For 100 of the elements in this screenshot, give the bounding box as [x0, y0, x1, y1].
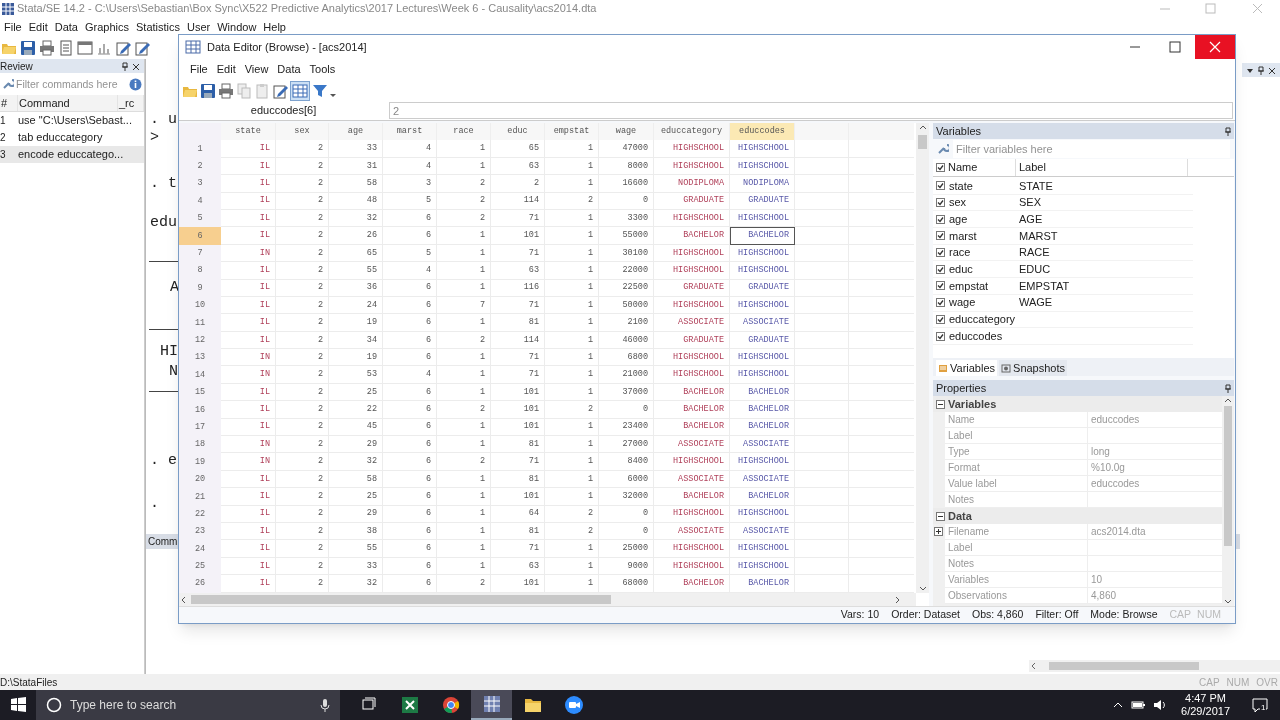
row-number[interactable]: 18	[179, 436, 221, 454]
table-cell[interactable]: 22	[329, 401, 383, 419]
column-header[interactable]: wage	[599, 123, 654, 141]
table-cell[interactable]: 1	[545, 349, 599, 367]
table-cell[interactable]: 24	[329, 296, 383, 315]
table-cell[interactable]: 65	[491, 140, 545, 158]
table-cell[interactable]: IL	[221, 209, 276, 228]
table-cell[interactable]: 101	[491, 227, 545, 245]
table-cell[interactable]: 31	[329, 157, 383, 176]
table-cell[interactable]: 6	[383, 575, 437, 593]
table-cell[interactable]: GRADUATE	[730, 279, 795, 297]
table-cell[interactable]: 1	[437, 366, 491, 384]
table-cell[interactable]: 58	[329, 175, 383, 193]
row-number[interactable]: 13	[179, 349, 221, 367]
table-cell[interactable]: 2	[276, 140, 329, 158]
table-cell[interactable]: IL	[221, 175, 276, 193]
variable-name[interactable]: state	[945, 177, 1016, 195]
table-cell[interactable]: 22500	[599, 279, 654, 297]
variable-name[interactable]: race	[945, 244, 1016, 261]
vertical-scrollbar[interactable]	[916, 123, 929, 593]
table-cell[interactable]: IL	[221, 262, 276, 280]
table-cell[interactable]: 63	[491, 557, 545, 576]
table-cell[interactable]: 1	[545, 557, 599, 576]
table-cell[interactable]: 1	[437, 279, 491, 297]
table-cell[interactable]: 6	[383, 418, 437, 437]
command-row[interactable]: 3 encode educcatego...	[0, 146, 144, 163]
table-cell[interactable]: 6	[383, 383, 437, 402]
table-cell[interactable]: 3300	[599, 209, 654, 228]
table-cell[interactable]: 1	[545, 470, 599, 489]
table-cell[interactable]: 32	[329, 453, 383, 471]
clock-time[interactable]: 4:47 PM	[1185, 692, 1226, 705]
table-cell[interactable]: 55	[329, 540, 383, 558]
table-cell[interactable]: 2	[545, 401, 599, 419]
table-cell[interactable]: BACHELOR	[730, 575, 795, 593]
row-number[interactable]: 19	[179, 453, 221, 471]
table-cell[interactable]: IL	[221, 418, 276, 437]
table-cell[interactable]: 2	[276, 227, 329, 245]
table-cell[interactable]: 2	[276, 279, 329, 297]
table-cell[interactable]: 64	[491, 505, 545, 523]
table-cell[interactable]: 2	[276, 366, 329, 384]
table-cell[interactable]: IL	[221, 488, 276, 506]
table-cell[interactable]: 1	[437, 505, 491, 523]
table-cell[interactable]: 2	[437, 192, 491, 210]
table-cell[interactable]: 8000	[599, 157, 654, 176]
menu-item[interactable]: Data	[275, 61, 303, 78]
row-number[interactable]: 3	[179, 175, 221, 193]
table-cell[interactable]: 71	[491, 244, 545, 263]
table-cell[interactable]: GRADUATE	[730, 192, 795, 210]
scroll-thumb[interactable]	[191, 595, 611, 604]
checkbox[interactable]	[936, 248, 945, 258]
table-cell[interactable]: IN	[221, 453, 276, 471]
variable-name[interactable]: empstat	[945, 277, 1016, 295]
table-cell[interactable]: 101	[491, 488, 545, 506]
pencil-icon[interactable]	[115, 40, 131, 56]
column-header[interactable]: educcodes	[730, 123, 795, 141]
table-cell[interactable]: HIGHSCHOOL	[730, 366, 795, 384]
table-cell[interactable]: 81	[491, 436, 545, 454]
table-cell[interactable]: 2	[276, 557, 329, 576]
table-cell[interactable]: 47000	[599, 140, 654, 158]
print-icon[interactable]	[39, 40, 55, 56]
table-cell[interactable]: 22000	[599, 262, 654, 280]
close-icon[interactable]	[132, 61, 140, 71]
table-cell[interactable]: 2	[276, 401, 329, 419]
chevron-up-icon[interactable]	[1113, 700, 1124, 710]
table-cell[interactable]: BACHELOR	[654, 401, 730, 419]
table-cell[interactable]: 2	[276, 314, 329, 332]
table-cell[interactable]: 34	[329, 331, 383, 350]
table-cell[interactable]: 1	[545, 209, 599, 228]
table-cell[interactable]: ASSOCIATE	[654, 314, 730, 332]
collapse-icon[interactable]	[936, 511, 945, 521]
collapse-icon[interactable]	[936, 399, 945, 409]
variable-label[interactable]: EDUC	[1016, 261, 1051, 278]
table-cell[interactable]: HIGHSCHOOL	[730, 140, 795, 158]
table-cell[interactable]: 1	[437, 227, 491, 245]
table-cell[interactable]: 2	[276, 453, 329, 471]
table-cell[interactable]: 1	[437, 470, 491, 489]
table-cell[interactable]: 65	[329, 244, 383, 263]
table-cell[interactable]: 58	[329, 470, 383, 489]
table-cell[interactable]: 2	[276, 296, 329, 315]
table-cell[interactable]: 1	[545, 227, 599, 245]
table-cell[interactable]: 36	[329, 279, 383, 297]
table-cell[interactable]: HIGHSCHOOL	[654, 349, 730, 367]
table-cell[interactable]: HIGHSCHOOL	[654, 157, 730, 176]
table-cell[interactable]: 2	[276, 418, 329, 437]
variable-label[interactable]: AGE	[1016, 210, 1043, 228]
table-cell[interactable]	[795, 209, 849, 228]
table-cell[interactable]: 71	[491, 296, 545, 315]
column-header[interactable]: state	[221, 123, 276, 141]
table-cell[interactable]: 2	[276, 470, 329, 489]
table-cell[interactable]: 2	[276, 157, 329, 176]
table-cell[interactable]: 1	[437, 418, 491, 437]
table-cell[interactable]: IL	[221, 540, 276, 558]
table-cell[interactable]: 6	[383, 296, 437, 315]
table-cell[interactable]: 2	[437, 453, 491, 471]
save-icon[interactable]	[20, 40, 36, 56]
table-cell[interactable]: 32	[329, 575, 383, 593]
table-cell[interactable]: 27000	[599, 436, 654, 454]
search-field[interactable]: Type here to search	[36, 690, 340, 720]
table-cell[interactable]: 68000	[599, 575, 654, 593]
table-cell[interactable]: 1	[545, 296, 599, 315]
